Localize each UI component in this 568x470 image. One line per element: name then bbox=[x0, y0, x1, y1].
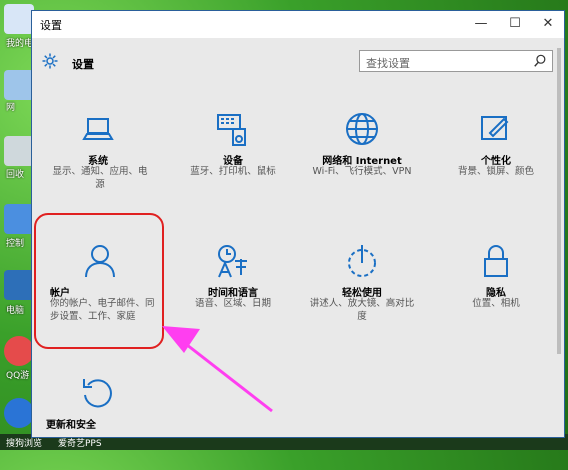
timer-icon bbox=[348, 245, 376, 277]
laptop-icon bbox=[82, 118, 114, 140]
gear-icon bbox=[42, 53, 58, 69]
desktop-icon-pc[interactable] bbox=[4, 270, 34, 300]
tile-desc: 位置、相机 bbox=[472, 298, 520, 309]
desktop-icon-control-panel[interactable] bbox=[4, 204, 34, 234]
search-icon[interactable] bbox=[533, 54, 547, 68]
desktop-label: 控制 bbox=[6, 239, 25, 249]
desktop-icon-sogou[interactable] bbox=[4, 398, 34, 428]
desktop-label: 电脑 bbox=[6, 306, 25, 316]
minimize-button[interactable]: — bbox=[464, 13, 498, 35]
tile-accounts[interactable]: 帐户 你的帐户、电子邮件、同步设置、工作、家庭 bbox=[34, 243, 155, 338]
tile-desc: Wi-Fi、飞行模式、VPN bbox=[312, 166, 412, 177]
globe-icon bbox=[346, 113, 378, 145]
time-language-icon bbox=[218, 245, 247, 278]
settings-window: 设置 — ☐ ✕ 设置 查找设置 系统 显示、通知、应用、电源 设备 蓝牙、打印… bbox=[31, 10, 565, 438]
close-button[interactable]: ✕ bbox=[531, 13, 565, 35]
desktop-label: 我的电 bbox=[6, 39, 34, 49]
desktop-label: 网 bbox=[6, 103, 16, 113]
desktop-icon-computer[interactable] bbox=[4, 4, 34, 34]
search-placeholder: 查找设置 bbox=[366, 57, 410, 70]
keyboard-speaker-icon bbox=[217, 114, 246, 146]
tile-desc: 你的帐户、电子邮件、同步设置、工作、家庭 bbox=[50, 298, 155, 322]
desktop-icon-network[interactable] bbox=[4, 70, 34, 100]
settings-header: 设置 查找设置 bbox=[32, 38, 564, 83]
tile-network[interactable]: 网络和 Internet Wi-Fi、飞行模式、VPN bbox=[298, 111, 418, 206]
tile-personalization[interactable]: 个性化 背景、锁屏、颜色 bbox=[432, 111, 552, 206]
search-input[interactable]: 查找设置 bbox=[359, 50, 553, 72]
paintbrush-icon bbox=[481, 116, 509, 140]
tile-devices[interactable]: 设备 蓝牙、打印机、鼠标 bbox=[169, 111, 289, 206]
lock-icon bbox=[484, 245, 508, 277]
desktop-label: 回收 bbox=[6, 170, 25, 180]
tile-desc: 蓝牙、打印机、鼠标 bbox=[190, 166, 276, 177]
tile-desc: 背景、锁屏、颜色 bbox=[457, 166, 534, 177]
tile-desc: 显示、通知、应用、电源 bbox=[52, 166, 148, 190]
tile-ease-of-access[interactable]: 轻松使用 讲述人、放大镜、高对比度 bbox=[298, 243, 418, 338]
window-title: 设置 bbox=[40, 19, 62, 32]
tile-desc: 讲述人、放大镜、高对比度 bbox=[309, 298, 415, 322]
tile-system[interactable]: 系统 显示、通知、应用、电源 bbox=[34, 111, 154, 206]
tile-privacy[interactable]: 隐私 位置、相机 bbox=[432, 243, 552, 338]
person-icon bbox=[85, 245, 115, 278]
tile-update-security[interactable]: 更新和安全 bbox=[34, 375, 154, 470]
tile-desc: 语音、区域、日期 bbox=[194, 298, 271, 309]
desktop-label: QQ游 bbox=[6, 371, 30, 381]
maximize-button[interactable]: ☐ bbox=[498, 13, 532, 35]
scrollbar[interactable] bbox=[557, 48, 561, 354]
desktop-icon-qq-game[interactable] bbox=[4, 336, 34, 366]
page-title: 设置 bbox=[72, 58, 94, 71]
title-bar[interactable]: 设置 — ☐ ✕ bbox=[32, 11, 564, 38]
refresh-icon bbox=[83, 379, 112, 408]
annotation-arrow bbox=[162, 326, 273, 413]
desktop-icon-recycle-bin[interactable] bbox=[4, 136, 34, 166]
